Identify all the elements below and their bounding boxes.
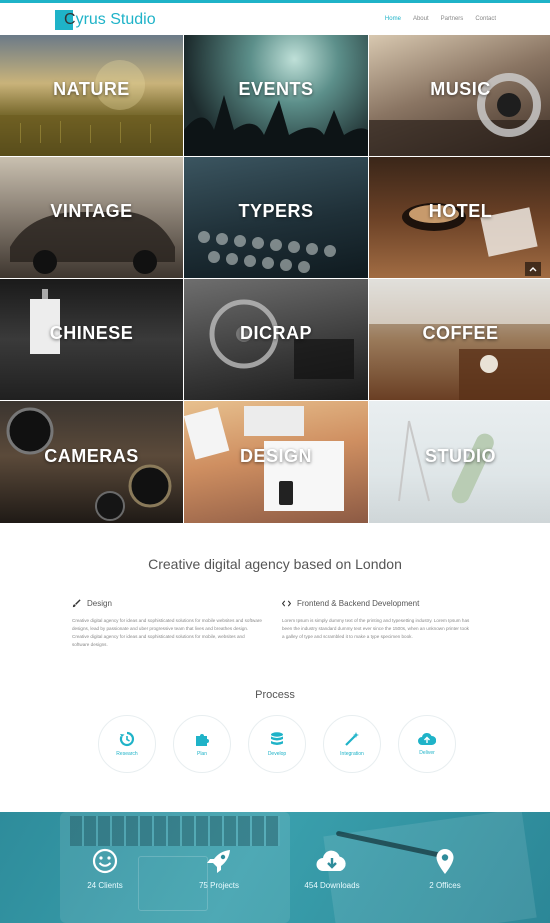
nav-contact[interactable]: Contact [475,16,496,22]
smile-icon [92,848,118,874]
portfolio-tile-nature[interactable]: NATURE [0,35,183,156]
portfolio-tile-cameras[interactable]: CAMERAS [0,401,183,523]
puzzle-icon [196,734,209,746]
tile-label: VINTAGE [50,201,133,221]
tile-label: NATURE [53,79,130,99]
rocket-icon [207,850,230,873]
portfolio-tile-vintage[interactable]: VINTAGE [0,157,183,278]
tile-label: DESIGN [239,445,312,466]
tile-label: STUDIO [424,445,496,466]
tile-label: COFFEE [422,323,499,343]
development-text: Lorem Ipsum is simply dummy text of the … [282,618,470,639]
portfolio-tile-hotel[interactable]: HOTEL [369,157,550,278]
portfolio-tile-chinese[interactable]: CHINESE [0,279,183,400]
process-step-deliver[interactable]: Deliver [398,715,456,773]
development-column: Frontend & Backend Development Lorem Ips… [282,597,472,641]
logo-text: Cyrus Studio [64,11,156,28]
scroll-top-button[interactable] [525,262,541,276]
process-step-research[interactable]: Research [98,715,156,773]
process-step-plan[interactable]: Plan [173,715,231,773]
history-icon [119,731,135,747]
development-heading: Frontend & Backend Development [282,597,472,609]
tile-label: MUSIC [430,79,491,99]
database-icon [271,732,283,745]
portfolio-tile-coffee[interactable]: COFFEE [369,279,550,400]
process-title: Process [255,689,295,701]
nav-home[interactable]: Home [385,16,401,22]
nav-partners[interactable]: Partners [441,16,464,22]
chevron-up-icon [529,267,537,272]
portfolio-tile-music[interactable]: MUSIC [369,35,550,156]
main-nav: Home About Partners Contact [385,16,496,22]
portfolio-tile-dicrap[interactable]: DICRAP [184,279,368,400]
logo[interactable]: Cyrus Studio [55,8,156,32]
stat-offices: 2 Offices [390,847,500,890]
design-text: Creative digital agency for ideas and so… [72,618,262,647]
map-marker-icon [436,848,454,874]
process-step-develop[interactable]: Develop [248,715,306,773]
tile-label: EVENTS [238,79,314,99]
design-heading: Design [72,597,262,609]
tile-label: CHINESE [49,323,134,343]
stat-projects: 75 Projects [164,847,274,890]
portfolio-tile-events[interactable]: EVENTS [184,35,368,156]
stat-clients: 24 Clients [50,847,160,890]
nav-about[interactable]: About [413,16,429,22]
magic-icon [345,732,359,746]
portfolio-tile-typers[interactable]: TYPERS [184,157,368,278]
cloud-download-icon [316,850,346,871]
tile-label: TYPERS [238,201,314,221]
stat-downloads: 454 Downloads [277,847,387,890]
process-steps: Research Plan Develop Integration Delive… [98,715,456,773]
tile-label: DICRAP [239,323,312,343]
tile-label: CAMERAS [44,445,139,466]
keyboard-photo [70,816,280,846]
tile-label: HOTEL [428,201,493,221]
code-icon [282,600,291,606]
portfolio-tile-design[interactable]: DESIGN [184,401,368,523]
portfolio-tile-studio[interactable]: STUDIO [369,401,550,523]
intro-title: Creative digital agency based on London [148,556,402,572]
portfolio-grid: NATURE EVENTS MUSIC VINTAGE TYPERS HOTEL… [0,35,550,523]
cloud-upload-icon [418,732,436,745]
design-column: Design Creative digital agency for ideas… [72,597,262,649]
brush-icon [72,598,81,607]
site-header: Cyrus Studio Home About Partners Contact [0,0,550,35]
process-step-integration[interactable]: Integration [323,715,381,773]
